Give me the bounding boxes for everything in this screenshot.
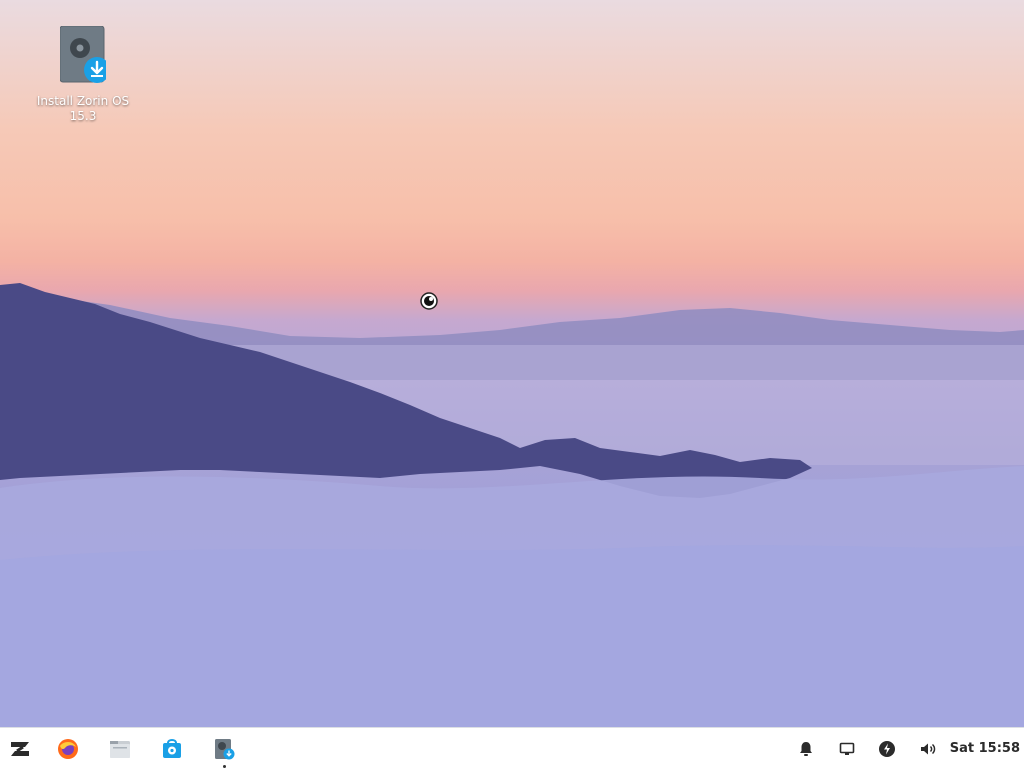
files-icon (110, 740, 130, 758)
desktop[interactable]: Install Zorin OS 15.3 (0, 0, 1024, 727)
desktop-icon-label: Install Zorin OS 15.3 (36, 94, 130, 123)
power-icon (879, 740, 895, 757)
install-zorin-os-icon (215, 738, 235, 759)
display-icon (839, 742, 855, 755)
taskbar-files[interactable] (100, 728, 140, 769)
taskbar-firefox[interactable] (48, 728, 88, 769)
install-disk-icon (59, 25, 110, 84)
mouse-cursor-icon (420, 292, 438, 310)
zorin-menu-icon (11, 741, 29, 756)
firefox-icon (58, 738, 78, 759)
volume-icon (921, 743, 936, 754)
software-store-icon (163, 738, 181, 758)
desktop-icon-install-zorin-os[interactable]: Install Zorin OS 15.3 (30, 25, 136, 124)
taskbar-install-zorin-os[interactable] (204, 728, 244, 769)
tray-notifications[interactable] (790, 728, 822, 769)
zorin-menu-button[interactable] (0, 728, 40, 769)
notifications-bell-icon (800, 741, 812, 756)
tray-display[interactable] (831, 728, 863, 769)
tray-power[interactable] (871, 728, 903, 769)
wallpaper (0, 283, 1024, 727)
clock[interactable]: Sat 15:58 (950, 728, 1020, 769)
taskbar: Sat 15:58 (0, 727, 1024, 768)
taskbar-software-store[interactable] (152, 728, 192, 769)
tray-volume[interactable] (912, 728, 944, 769)
